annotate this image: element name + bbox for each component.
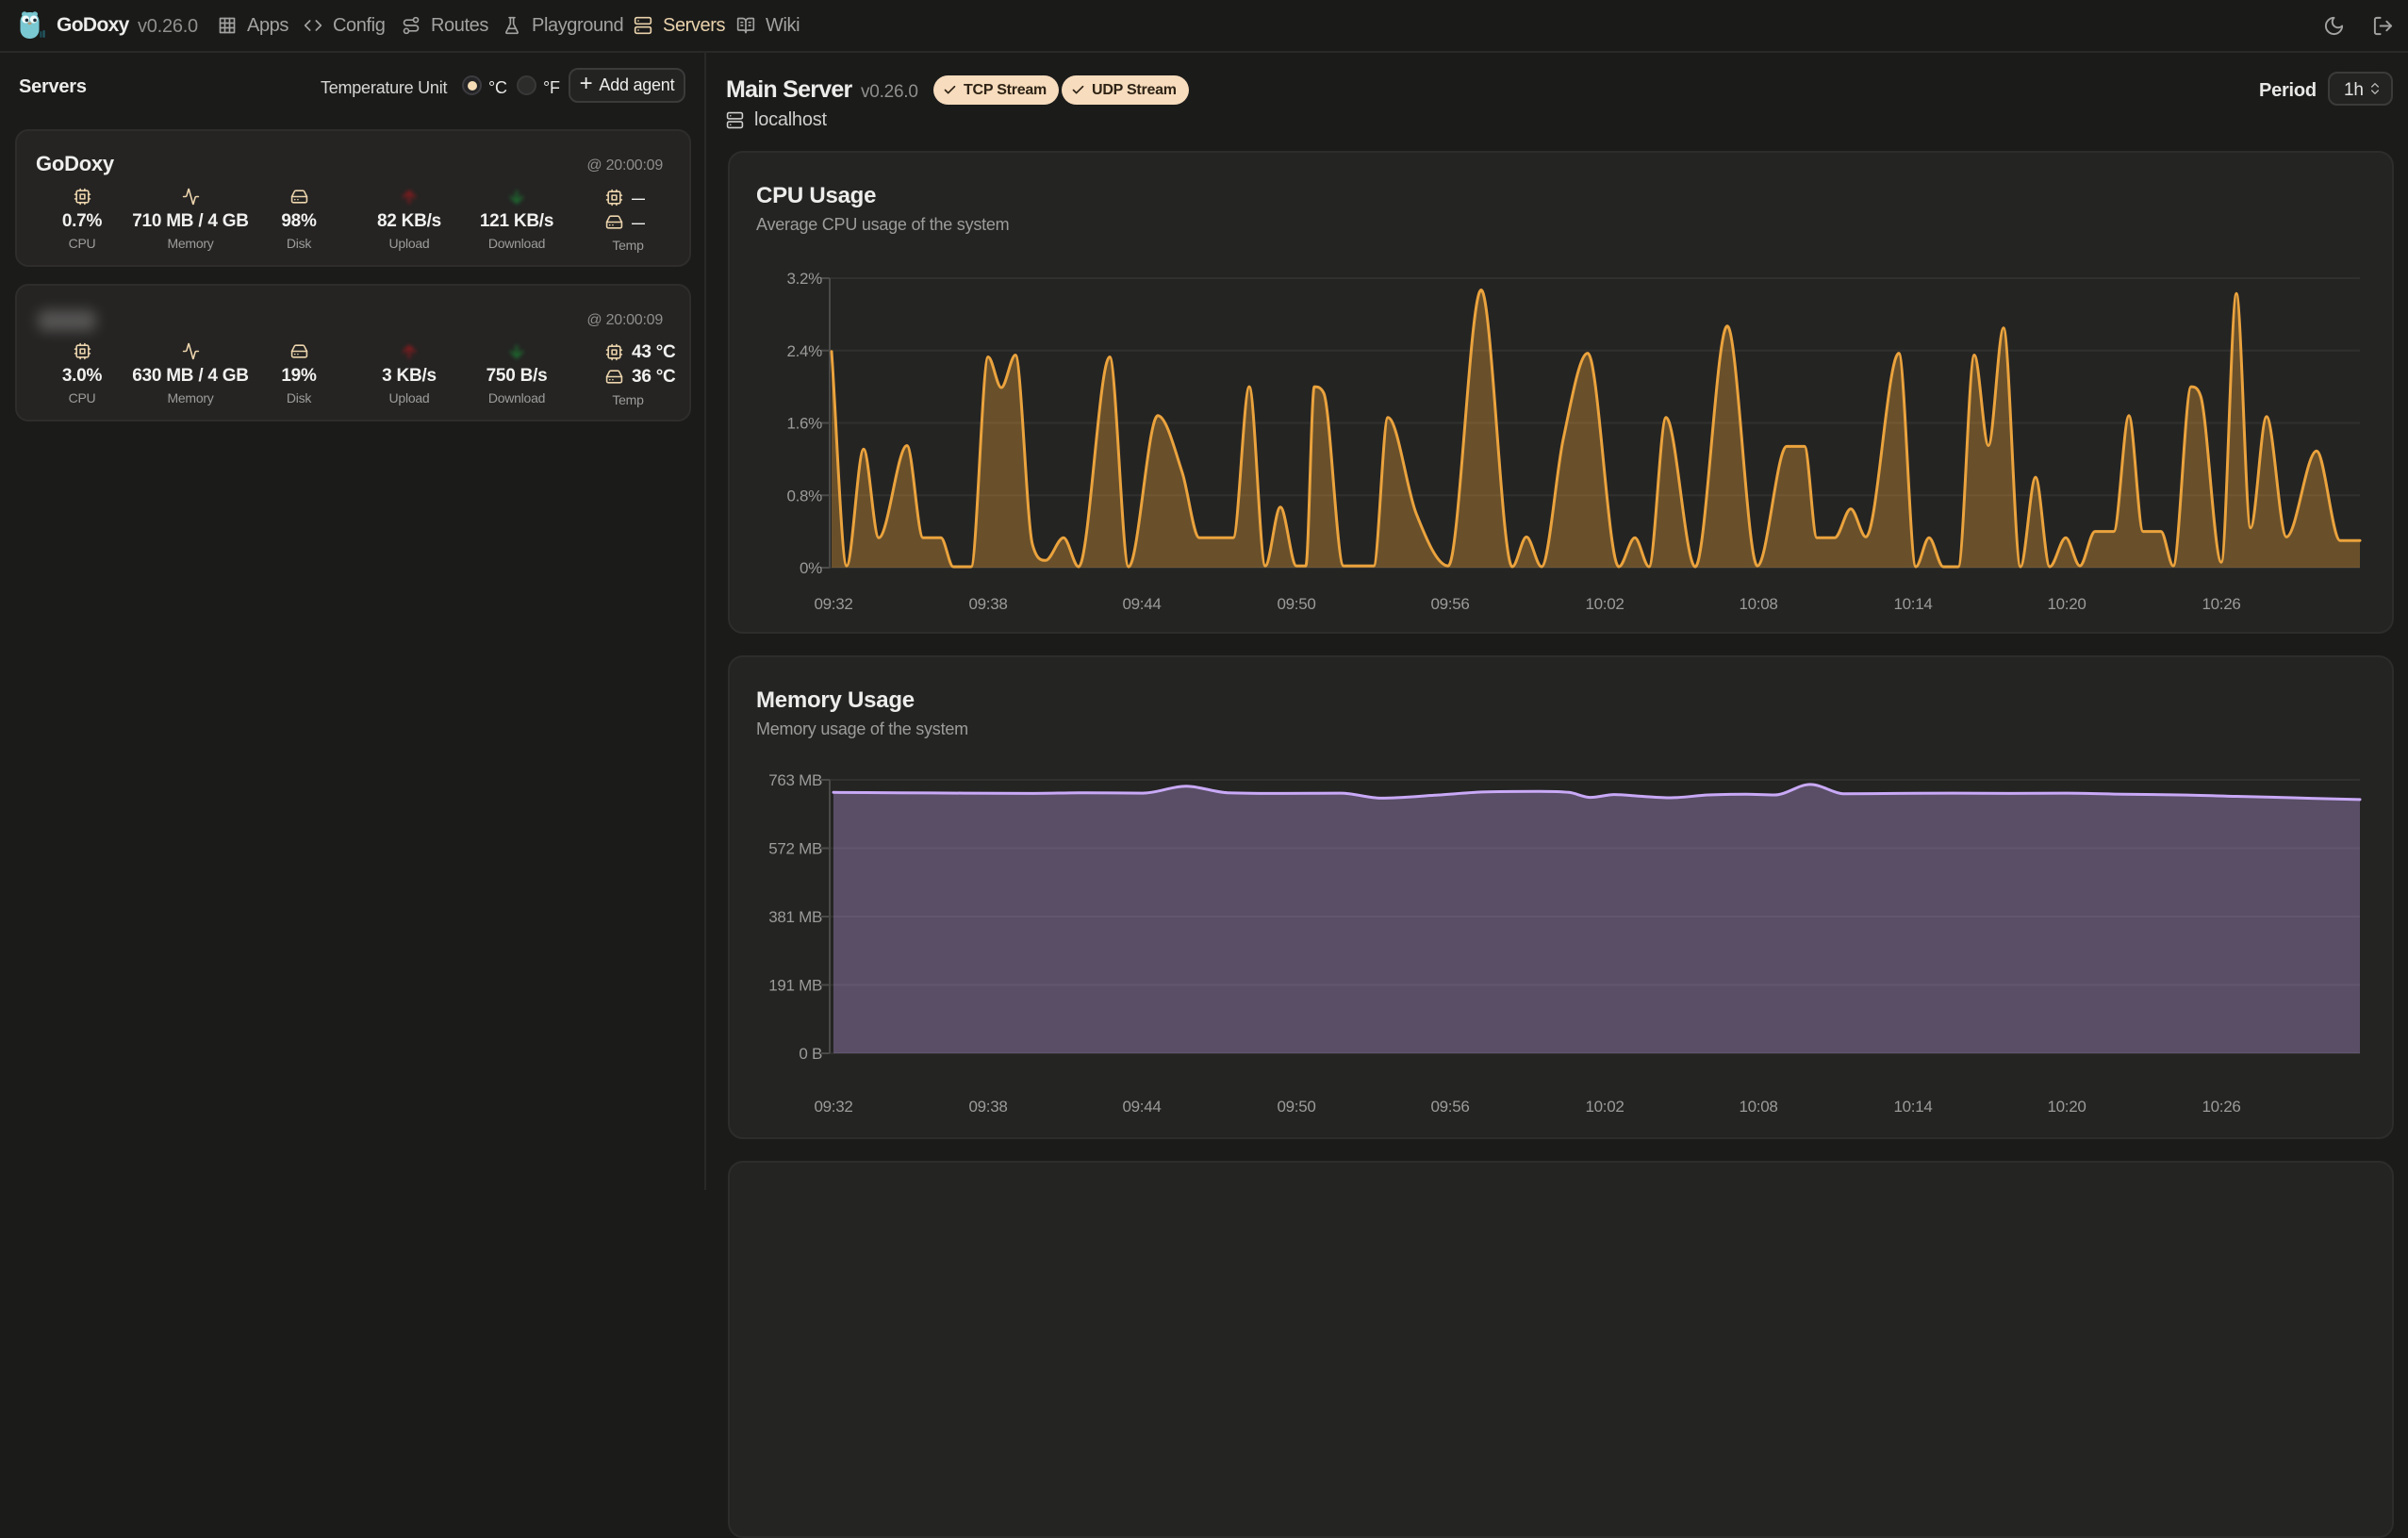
svg-text:1.6%: 1.6% [786, 415, 822, 433]
svg-text:10:14: 10:14 [1893, 595, 1932, 613]
svg-text:09:56: 09:56 [1430, 595, 1469, 613]
svg-text:09:32: 09:32 [814, 595, 852, 613]
svg-text:10:20: 10:20 [2047, 1098, 2086, 1116]
svg-text:2.4%: 2.4% [786, 342, 822, 360]
svg-text:0 B: 0 B [799, 1045, 822, 1063]
svg-text:10:20: 10:20 [2047, 595, 2086, 613]
svg-text:381 MB: 381 MB [768, 908, 822, 926]
svg-text:09:38: 09:38 [968, 595, 1007, 613]
svg-text:09:50: 09:50 [1277, 1098, 1315, 1116]
svg-text:10:26: 10:26 [2202, 595, 2240, 613]
svg-text:10:08: 10:08 [1739, 595, 1777, 613]
svg-text:3.2%: 3.2% [786, 270, 822, 288]
svg-text:10:02: 10:02 [1585, 1098, 1624, 1116]
svg-text:09:56: 09:56 [1430, 1098, 1469, 1116]
svg-text:10:14: 10:14 [1893, 1098, 1932, 1116]
svg-text:10:26: 10:26 [2202, 1098, 2240, 1116]
svg-text:09:32: 09:32 [814, 1098, 852, 1116]
svg-text:10:08: 10:08 [1739, 1098, 1777, 1116]
svg-text:09:38: 09:38 [968, 1098, 1007, 1116]
svg-text:572 MB: 572 MB [768, 840, 822, 858]
svg-text:191 MB: 191 MB [768, 977, 822, 995]
svg-text:09:50: 09:50 [1277, 595, 1315, 613]
svg-text:763 MB: 763 MB [768, 771, 822, 789]
svg-text:09:44: 09:44 [1122, 1098, 1161, 1116]
svg-text:10:02: 10:02 [1585, 595, 1624, 613]
svg-text:0%: 0% [800, 559, 822, 577]
svg-text:09:44: 09:44 [1122, 595, 1161, 613]
svg-text:0.8%: 0.8% [786, 487, 822, 504]
